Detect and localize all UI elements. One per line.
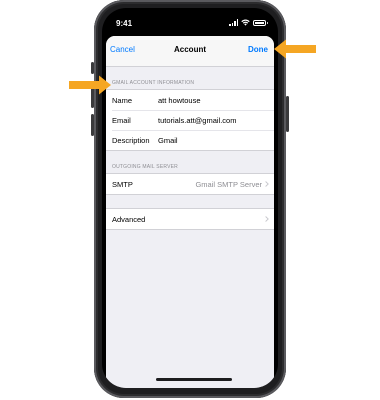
description-field[interactable]: Gmail (158, 136, 178, 145)
battery-icon (253, 20, 268, 26)
chevron-right-icon (265, 216, 269, 222)
notch (151, 8, 229, 30)
silent-switch (91, 62, 94, 74)
side-button (286, 96, 289, 132)
outgoing-mail-group: SMTP Gmail SMTP Server (106, 173, 274, 195)
phone-frame: 9:41 Cancel Account Done GMAIL ACCOUNT I… (91, 0, 289, 398)
cellular-signal-icon (229, 19, 238, 26)
account-sheet: Cancel Account Done GMAIL ACCOUNT INFORM… (106, 36, 274, 388)
screen: 9:41 Cancel Account Done GMAIL ACCOUNT I… (102, 8, 278, 388)
email-field[interactable]: tutorials.att@gmail.com (158, 116, 236, 125)
description-label: Description (112, 136, 150, 145)
name-row[interactable]: Name att howtouse (106, 90, 274, 110)
email-row[interactable]: Email tutorials.att@gmail.com (106, 110, 274, 130)
name-label: Name (112, 96, 133, 105)
status-icons (229, 19, 268, 26)
navigation-bar: Cancel Account Done (106, 36, 274, 67)
smtp-row[interactable]: SMTP Gmail SMTP Server (106, 174, 274, 194)
advanced-row[interactable]: Advanced (106, 209, 274, 229)
status-bar: 9:41 (102, 8, 278, 36)
gmail-section-header: GMAIL ACCOUNT INFORMATION (112, 80, 195, 86)
chevron-right-icon (265, 181, 269, 187)
gmail-account-group: Name att howtouse Email tutorials.att@gm… (106, 89, 274, 151)
volume-down-button (91, 114, 94, 136)
description-row[interactable]: Description Gmail (106, 130, 274, 150)
done-button[interactable]: Done (248, 45, 268, 54)
advanced-label: Advanced (112, 215, 146, 224)
advanced-group: Advanced (106, 208, 274, 230)
arrow-pointing-right-at-name (68, 75, 112, 95)
email-label: Email (112, 116, 131, 125)
smtp-server-value: Gmail SMTP Server (195, 180, 262, 189)
arrow-pointing-left-at-done (273, 39, 317, 59)
home-indicator[interactable] (156, 378, 232, 381)
name-field[interactable]: att howtouse (158, 96, 201, 105)
status-time: 9:41 (116, 19, 133, 28)
smtp-label: SMTP (112, 180, 133, 189)
outgoing-mail-header: OUTGOING MAIL SERVER (112, 164, 178, 170)
wifi-icon (241, 19, 250, 26)
